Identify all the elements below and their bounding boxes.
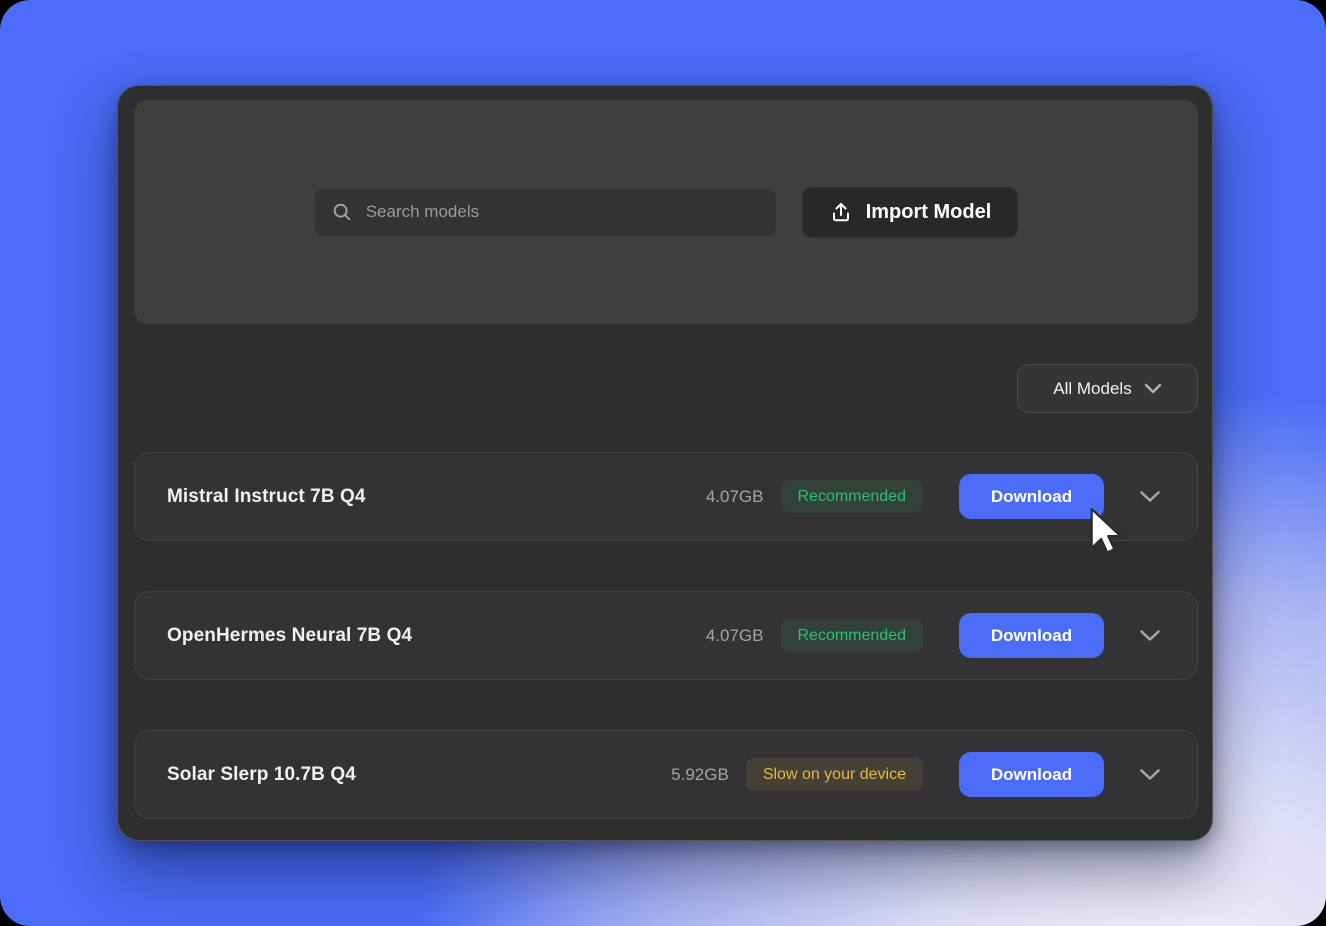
model-size: 4.07GB bbox=[706, 626, 764, 646]
chevron-down-icon bbox=[1144, 383, 1162, 394]
model-row: Solar Slerp 10.7B Q4 5.92GB Slow on your… bbox=[134, 730, 1198, 819]
chevron-down-icon[interactable] bbox=[1139, 768, 1161, 781]
search-icon bbox=[331, 201, 353, 223]
model-name: Solar Slerp 10.7B Q4 bbox=[167, 764, 671, 786]
download-button[interactable]: Download bbox=[959, 613, 1104, 658]
download-button[interactable]: Download bbox=[959, 474, 1104, 519]
search-box[interactable] bbox=[314, 188, 777, 237]
model-row: OpenHermes Neural 7B Q4 4.07GB Recommend… bbox=[134, 591, 1198, 680]
header-section: Import Model bbox=[134, 100, 1198, 324]
model-filter-dropdown[interactable]: All Models bbox=[1017, 364, 1198, 413]
model-filter-label: All Models bbox=[1053, 379, 1131, 399]
chevron-down-icon[interactable] bbox=[1139, 490, 1161, 503]
app-background: Import Model All Models Mistral Instruct… bbox=[0, 0, 1326, 926]
upload-icon bbox=[829, 200, 853, 224]
download-button[interactable]: Download bbox=[959, 752, 1104, 797]
model-size: 4.07GB bbox=[706, 487, 764, 507]
toolbar: Import Model bbox=[314, 187, 1019, 238]
model-status-badge: Recommended bbox=[781, 619, 924, 652]
search-input[interactable] bbox=[366, 202, 760, 222]
model-browser-panel: Import Model All Models Mistral Instruct… bbox=[117, 85, 1213, 841]
model-row: Mistral Instruct 7B Q4 4.07GB Recommende… bbox=[134, 452, 1198, 541]
model-name: Mistral Instruct 7B Q4 bbox=[167, 486, 706, 508]
import-model-button[interactable]: Import Model bbox=[802, 187, 1019, 238]
model-status-badge: Recommended bbox=[781, 480, 924, 513]
import-model-label: Import Model bbox=[866, 201, 992, 224]
model-name: OpenHermes Neural 7B Q4 bbox=[167, 625, 706, 647]
chevron-down-icon[interactable] bbox=[1139, 629, 1161, 642]
model-size: 5.92GB bbox=[671, 765, 729, 785]
model-status-badge: Slow on your device bbox=[746, 758, 923, 791]
